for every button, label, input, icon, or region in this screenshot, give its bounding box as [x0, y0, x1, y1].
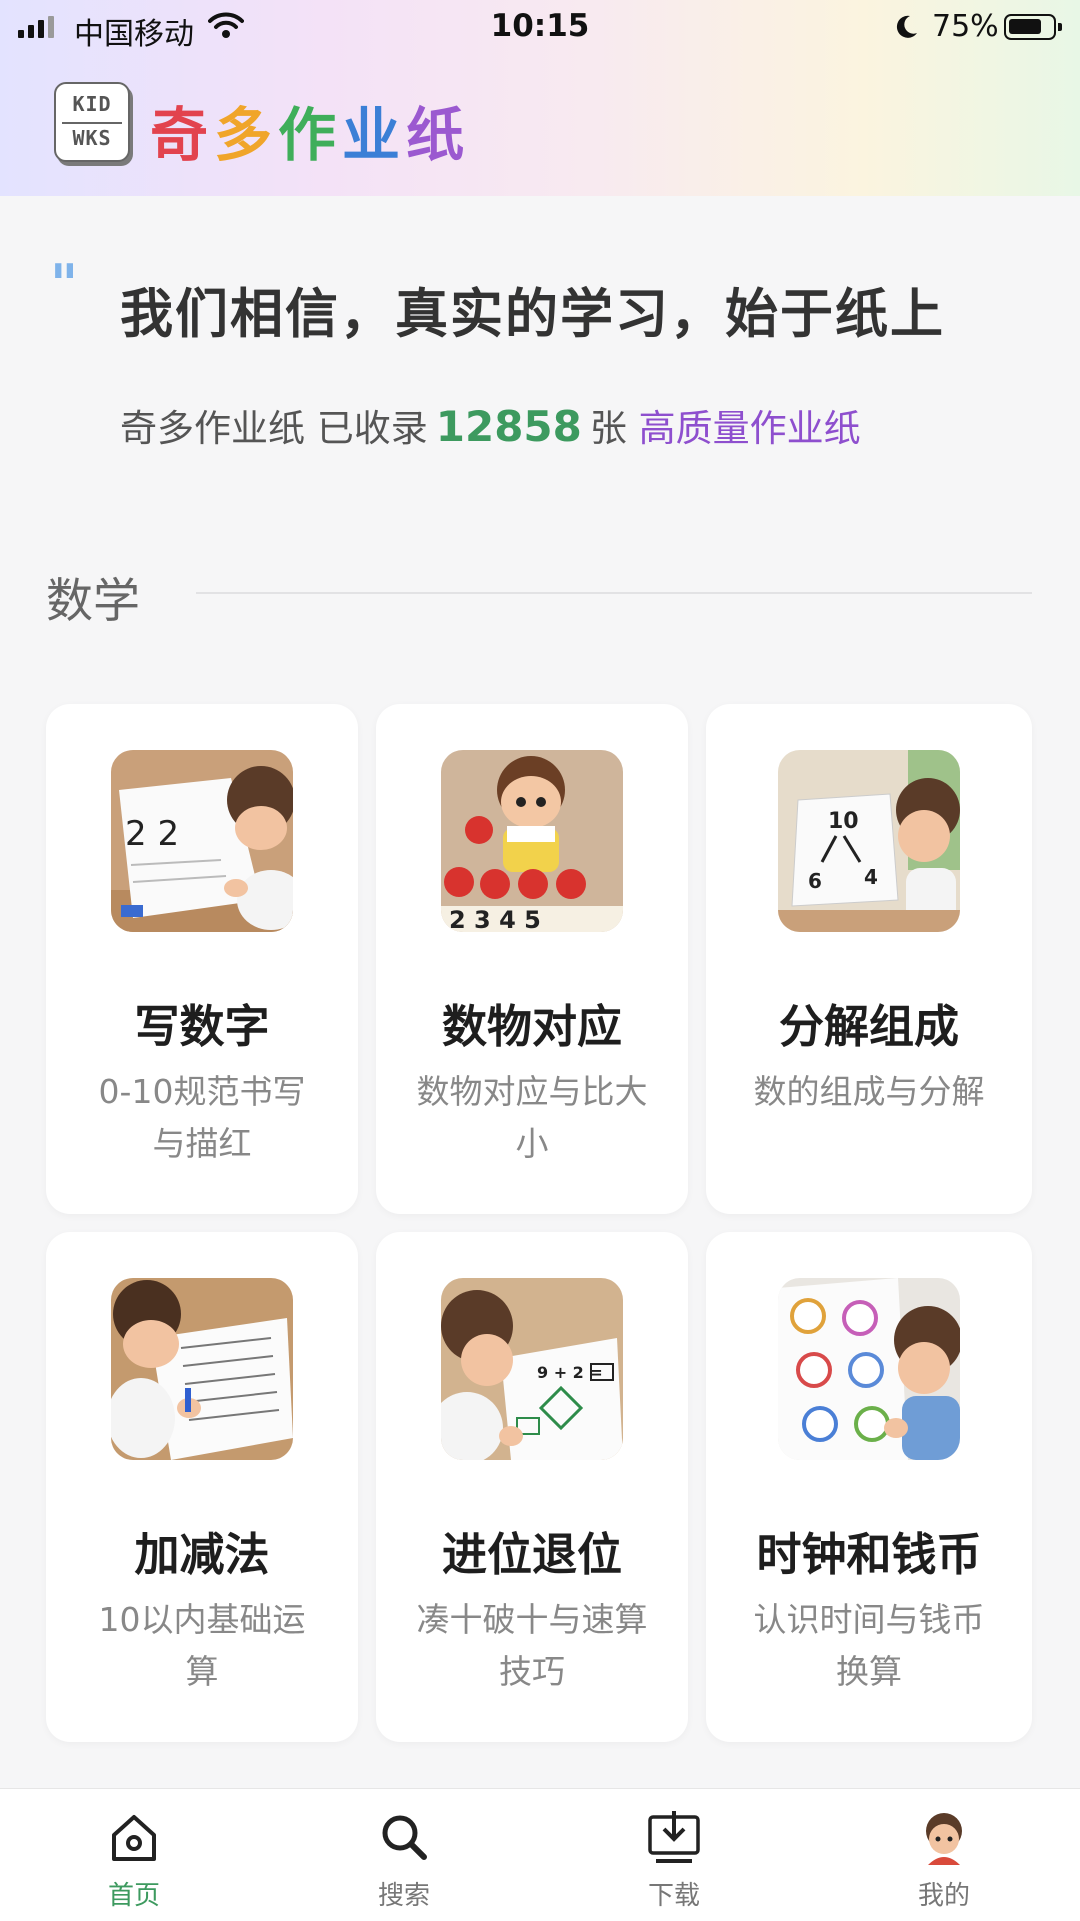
card-title: 写数字	[134, 1000, 270, 1053]
carry-borrow-image: 9 + 2 =	[441, 1278, 623, 1460]
tab-label: 首页	[107, 1881, 160, 1911]
app-brand-name: 奇多作业纸	[150, 88, 470, 172]
brand-char: 业	[342, 101, 407, 169]
status-bar: 中国移动 10:15 75%	[0, 0, 1080, 56]
card-title: 进位退位	[441, 1528, 622, 1581]
brand-char: 多	[214, 101, 279, 169]
addition-worksheet-image	[111, 1278, 293, 1460]
logo-text-top: KID	[72, 92, 112, 116]
clocks-image	[778, 1278, 960, 1460]
stats-prefix: 奇多作业纸 已收录	[120, 407, 428, 450]
svg-text:2 3 4 5: 2 3 4 5	[449, 906, 541, 932]
card-description: 凑十破十与速算技巧	[416, 1600, 648, 1691]
battery-icon	[1004, 14, 1062, 40]
section-title-math: 数学	[46, 574, 140, 629]
category-card-write-numbers[interactable]: 2 2 写数字 0-10规范书写与描红	[46, 704, 358, 1214]
category-card-carry-borrow[interactable]: 9 + 2 = 进位退位 凑十破十与速算技巧	[376, 1232, 688, 1742]
logo-text-bottom: WKS	[72, 126, 112, 150]
download-icon	[648, 1811, 700, 1863]
category-card-addition-subtraction[interactable]: 加减法 10以内基础运算	[46, 1232, 358, 1742]
category-card-number-bonds[interactable]: 10 6 4 分解组成 数的组成与分解	[706, 704, 1032, 1214]
brand-char: 纸	[406, 101, 471, 169]
tab-download[interactable]: 下载	[574, 1789, 774, 1921]
category-card-number-matching[interactable]: 2 3 4 5 数物对应 数物对应与比大小	[376, 704, 688, 1214]
card-description: 0-10规范书写与描红	[98, 1072, 306, 1163]
tab-label: 搜索	[377, 1881, 430, 1911]
bottom-tab-bar: 首页 搜索 下载 我的	[0, 1788, 1080, 1921]
card-title: 加减法	[134, 1528, 270, 1581]
svg-text:2 2: 2 2	[125, 814, 179, 854]
brand-char: 作	[278, 101, 343, 169]
category-grid: 2 2 写数字 0-10规范书写与描红 2 3 4 5 数物对应 数物对应与比大…	[46, 704, 1036, 1744]
card-description: 数物对应与比大小	[416, 1072, 648, 1163]
tab-profile[interactable]: 我的	[844, 1789, 1044, 1921]
card-title: 时钟和钱币	[756, 1528, 982, 1581]
tab-label: 我的	[917, 1881, 970, 1911]
card-description: 10以内基础运算	[98, 1600, 306, 1691]
tab-label: 下载	[647, 1881, 700, 1911]
stats-unit: 张	[589, 407, 627, 450]
battery-percentage: 75%	[932, 9, 999, 44]
card-title: 分解组成	[778, 1000, 959, 1053]
counting-apples-image: 2 3 4 5	[441, 750, 623, 932]
svg-text:4: 4	[864, 865, 878, 889]
section-divider	[196, 592, 1032, 594]
svg-text:10: 10	[828, 809, 859, 834]
brand-char: 奇	[150, 101, 215, 169]
tab-search[interactable]: 搜索	[304, 1789, 504, 1921]
writing-numbers-image: 2 2	[111, 750, 293, 932]
tab-home[interactable]: 首页	[34, 1789, 234, 1921]
search-icon	[382, 1815, 427, 1860]
number-bond-image: 10 6 4	[778, 750, 960, 932]
worksheet-count: 12858	[435, 402, 582, 451]
svg-text:6: 6	[808, 869, 822, 893]
app-logo: KID WKS	[54, 82, 130, 162]
category-card-clocks-money[interactable]: 时钟和钱币 认识时间与钱币换算	[706, 1232, 1032, 1742]
quote-icon: "	[50, 253, 79, 316]
home-icon	[112, 1815, 156, 1861]
card-description: 数的组成与分解	[753, 1072, 985, 1111]
avatar-icon	[926, 1813, 962, 1865]
slogan: 我们相信，真实的学习，始于纸上	[120, 284, 945, 345]
stats-highlight: 高质量作业纸	[638, 407, 861, 450]
collection-stats: 奇多作业纸 已收录 12858 张 高质量作业纸	[120, 398, 861, 452]
moon-icon	[896, 15, 917, 38]
card-description: 认识时间与钱币换算	[753, 1600, 985, 1691]
card-title: 数物对应	[441, 1000, 622, 1053]
